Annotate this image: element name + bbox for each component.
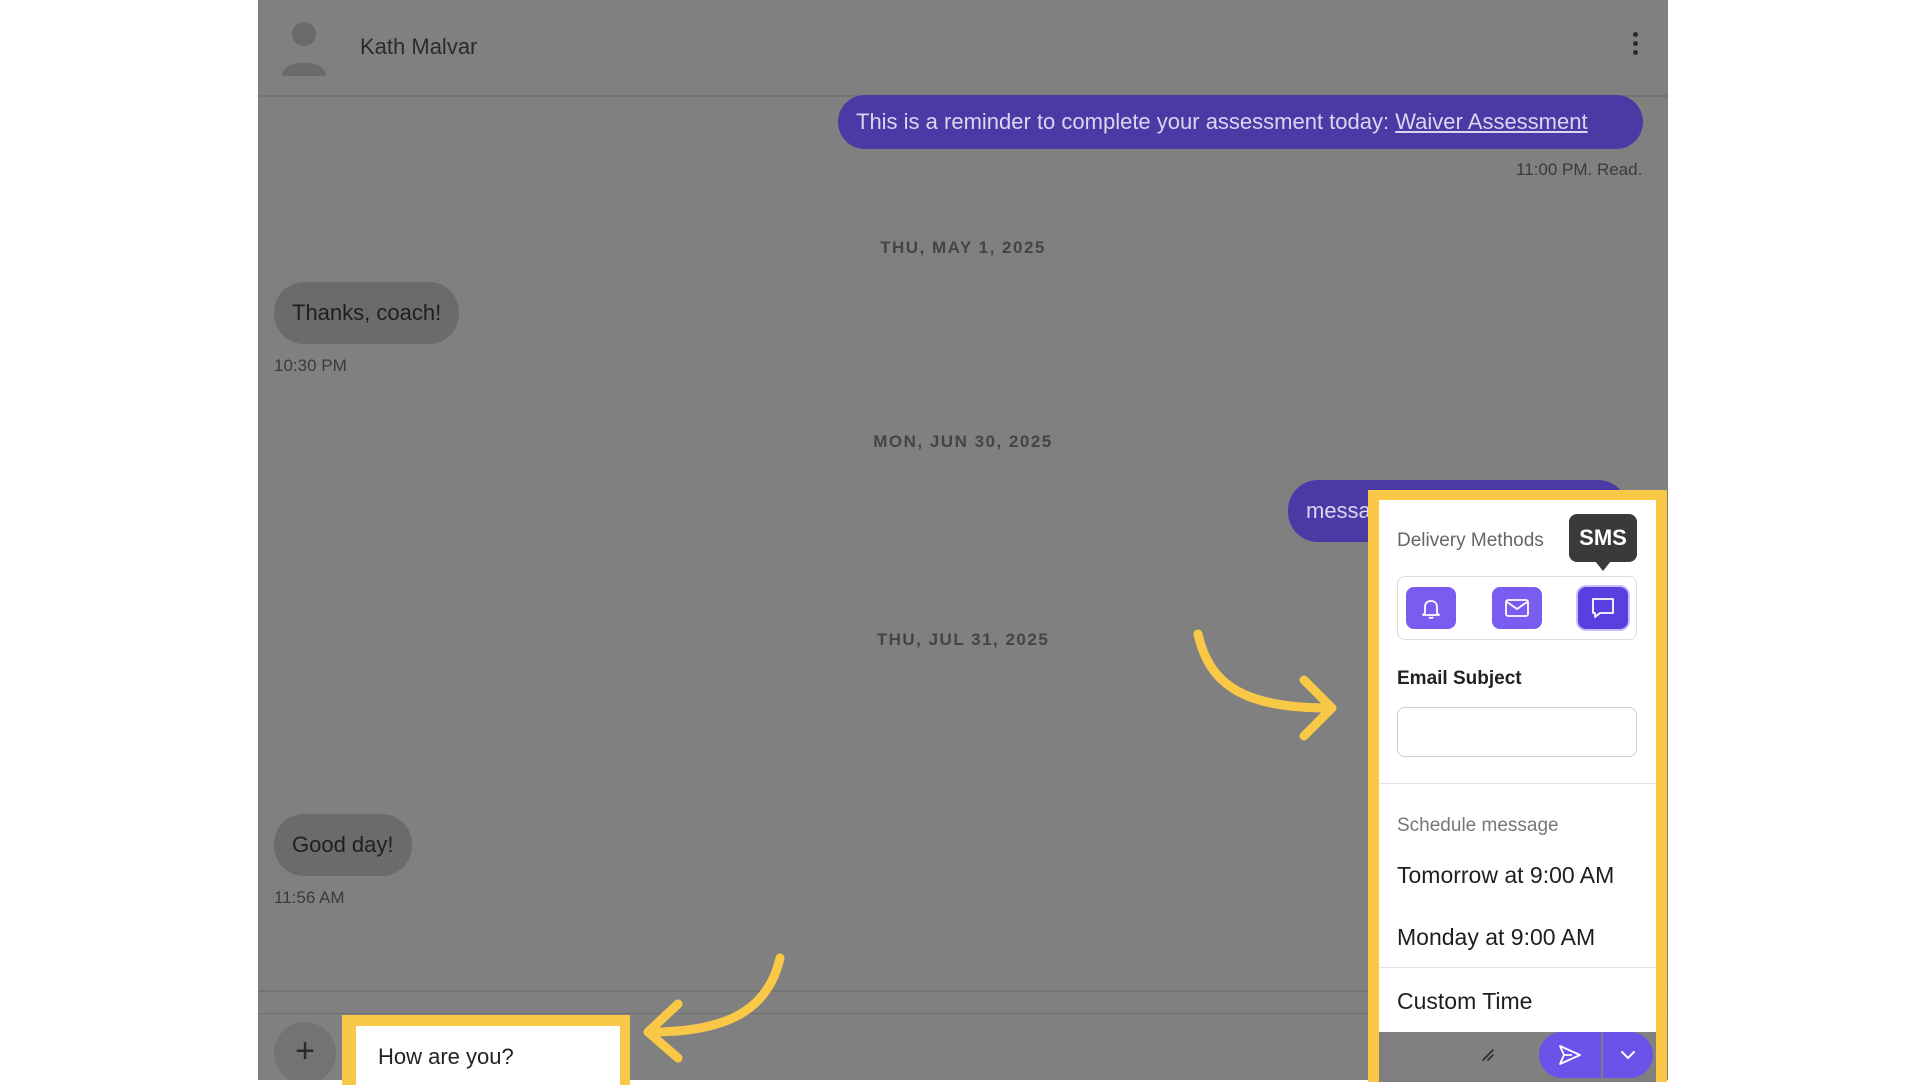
message-input[interactable]: How are you? <box>356 1026 620 1086</box>
panel-divider <box>1379 783 1656 784</box>
delivery-methods-label: Delivery Methods <box>1397 530 1544 551</box>
contact-name: Kath Malvar <box>360 34 478 59</box>
email-subject-label: Email Subject <box>1397 668 1522 689</box>
custom-time-option[interactable]: Custom Time <box>1397 988 1532 1015</box>
sms-tooltip: SMS <box>1569 514 1637 571</box>
date-separator: THU, MAY 1, 2025 <box>880 238 1046 257</box>
resize-handle-icon[interactable] <box>1479 1046 1495 1062</box>
send-button[interactable] <box>1539 1032 1601 1078</box>
delivery-methods-group <box>1397 576 1637 640</box>
schedule-option-tomorrow[interactable]: Tomorrow at 9:00 AM <box>1397 862 1614 889</box>
incoming-message: Thanks, coach! <box>274 282 460 344</box>
arrow-to-input-icon <box>643 953 785 1063</box>
push-notification-button[interactable] <box>1406 587 1456 629</box>
send-icon <box>1559 1045 1581 1065</box>
panel-divider <box>1379 967 1656 968</box>
send-options-button[interactable] <box>1603 1032 1653 1078</box>
delivery-panel: Delivery Methods SMS Email Subject Sched… <box>1379 500 1656 1082</box>
more-options-icon[interactable] <box>1630 32 1640 62</box>
schedule-message-label: Schedule message <box>1397 815 1559 836</box>
sms-button[interactable] <box>1578 587 1628 629</box>
schedule-option-monday[interactable]: Monday at 9:00 AM <box>1397 924 1595 951</box>
panel-footer <box>1379 1032 1656 1082</box>
message-meta: 11:00 PM. Read. <box>1516 160 1643 179</box>
screenshot-stage: Kath Malvar This is a reminder to comple… <box>0 0 1920 1086</box>
date-separator: MON, JUN 30, 2025 <box>873 432 1053 451</box>
email-button[interactable] <box>1492 587 1542 629</box>
outgoing-message-reminder: This is a reminder to complete your asse… <box>838 95 1643 149</box>
add-attachment-button[interactable]: + <box>274 1022 336 1080</box>
envelope-icon <box>1505 599 1529 617</box>
chevron-down-icon <box>1621 1051 1635 1059</box>
arrow-to-panel-icon <box>1193 629 1337 741</box>
incoming-message: Good day! <box>274 814 412 876</box>
reminder-text: This is a reminder to complete your asse… <box>856 109 1396 134</box>
message-time: 11:56 AM <box>274 888 345 907</box>
chat-icon <box>1592 598 1614 618</box>
chat-header: Kath Malvar <box>258 0 1668 97</box>
waiver-assessment-link[interactable]: Waiver Assessment <box>1395 109 1587 134</box>
message-time: 10:30 PM <box>274 356 347 375</box>
bell-icon <box>1422 600 1440 619</box>
avatar-icon[interactable] <box>280 20 328 76</box>
email-subject-input[interactable] <box>1397 707 1637 757</box>
